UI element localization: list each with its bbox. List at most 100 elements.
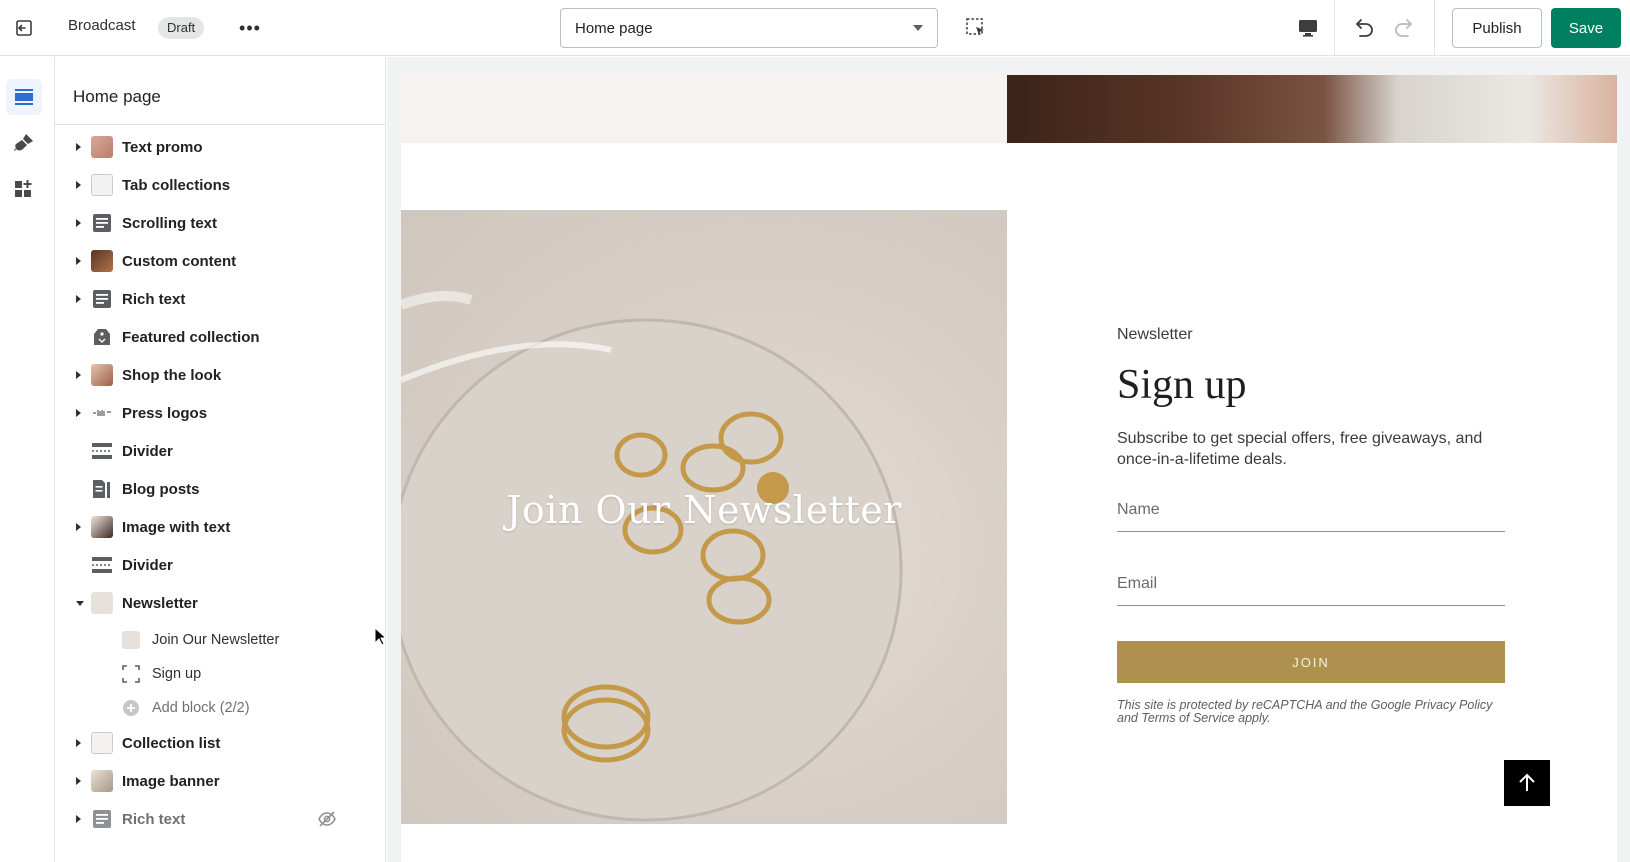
join-button[interactable]: JOIN <box>1117 641 1505 683</box>
save-button[interactable]: Save <box>1551 8 1621 48</box>
page-selector[interactable]: Home page <box>560 8 938 48</box>
section-thumbnail <box>91 136 113 158</box>
email-field-placeholder: Email <box>1117 575 1158 592</box>
newsletter-image[interactable]: Join Our Newsletter <box>401 210 1007 824</box>
newsletter-heading: Sign up <box>1117 362 1247 408</box>
chevron-right-icon[interactable] <box>76 181 81 189</box>
section-label: Custom content <box>122 252 237 270</box>
mouse-cursor-icon <box>374 627 388 646</box>
section-item-scrolling-text[interactable]: Scrolling text <box>55 206 385 240</box>
chevron-right-icon[interactable] <box>76 739 81 747</box>
section-label: Rich text <box>122 290 186 308</box>
divider-icon <box>91 440 113 462</box>
redo-button[interactable] <box>1390 14 1418 42</box>
divider-icon <box>91 554 113 576</box>
section-label: Newsletter <box>122 594 198 612</box>
inspector-button[interactable] <box>962 14 990 42</box>
image-overlay-title: Join Our Newsletter <box>506 488 902 532</box>
section-item-shop-the-look[interactable]: Shop the look <box>55 358 385 392</box>
exit-icon <box>16 20 32 36</box>
section-item-tab-collections[interactable]: Tab collections <box>55 168 385 202</box>
preview-canvas: Join Our Newsletter Newsletter Sign up S… <box>387 57 1630 862</box>
section-thumbnail <box>91 770 113 792</box>
device-preview-button[interactable] <box>1294 14 1322 42</box>
section-item-press-logos[interactable]: Press logos <box>55 396 385 430</box>
block-item-join-our-newsletter[interactable]: Join Our Newsletter <box>55 623 385 657</box>
email-field[interactable]: Email <box>1117 560 1505 606</box>
section-label: Divider <box>122 556 173 574</box>
block-item-sign-up[interactable]: Sign up <box>55 657 385 691</box>
theme-settings-brush-icon <box>14 134 33 151</box>
chevron-right-icon[interactable] <box>76 777 81 785</box>
image-with-text-photo <box>1007 75 1617 143</box>
section-label: Press logos <box>122 404 208 422</box>
section-label: Shop the look <box>122 366 222 384</box>
toolbar-divider <box>1334 0 1335 56</box>
section-thumbnail <box>91 516 113 538</box>
block-thumbnail <box>122 631 140 649</box>
chevron-right-icon[interactable] <box>76 523 81 531</box>
chevron-right-icon[interactable] <box>76 409 81 417</box>
section-item-rich-text[interactable]: Rich text <box>55 282 385 316</box>
app-embeds-tab[interactable] <box>6 171 42 207</box>
section-label: Text promo <box>122 138 203 156</box>
chevron-right-icon[interactable] <box>76 219 81 227</box>
add-block-button[interactable]: Add block (2/2) <box>55 691 385 725</box>
chevron-right-icon[interactable] <box>76 143 81 151</box>
name-field[interactable]: Name <box>1117 486 1505 532</box>
block-label: Add block (2/2) <box>152 700 250 716</box>
name-field-placeholder: Name <box>1117 501 1160 518</box>
scroll-to-top-button[interactable] <box>1504 760 1550 806</box>
chevron-right-icon[interactable] <box>76 295 81 303</box>
section-item-custom-content[interactable]: Custom content <box>55 244 385 278</box>
section-thumbnail <box>91 174 113 196</box>
section-thumbnail <box>91 250 113 272</box>
add-circle-icon <box>122 699 140 717</box>
chevron-down-icon[interactable] <box>76 600 84 606</box>
redo-icon <box>1395 19 1412 37</box>
section-item-collection-list[interactable]: Collection list <box>55 726 385 760</box>
text-icon <box>91 212 113 234</box>
section-item-blog-posts[interactable]: Blog posts <box>55 472 385 506</box>
chevron-right-icon[interactable] <box>76 815 81 823</box>
blog-icon <box>91 478 113 500</box>
section-item-image-banner[interactable]: Image banner <box>55 764 385 798</box>
section-label: Image with text <box>122 518 231 536</box>
text-icon <box>91 808 113 830</box>
section-label: Collection list <box>122 734 221 752</box>
section-item-featured-collection[interactable]: Featured collection <box>55 320 385 354</box>
section-item-rich-text-hidden[interactable]: Rich text <box>55 802 385 836</box>
editor-topbar: Broadcast Draft ••• Home page Publish Sa… <box>0 0 1630 56</box>
section-item-text-promo[interactable]: Text promo <box>55 130 385 164</box>
desktop-icon <box>1299 20 1317 37</box>
section-item-image-with-text[interactable]: Image with text <box>55 510 385 544</box>
theme-settings-tab[interactable] <box>6 125 42 161</box>
chevron-down-icon <box>913 25 923 31</box>
select-cursor-icon <box>966 18 984 35</box>
chevron-right-icon[interactable] <box>76 257 81 265</box>
sections-tab[interactable] <box>6 79 42 115</box>
app-embeds-icon <box>15 180 32 197</box>
block-label: Join Our Newsletter <box>152 632 280 648</box>
section-item-newsletter[interactable]: Newsletter <box>55 586 385 620</box>
section-thumbnail <box>91 364 113 386</box>
publish-button[interactable]: Publish <box>1452 8 1542 48</box>
section-thumbnail <box>91 592 113 614</box>
section-label: Blog posts <box>122 480 200 498</box>
sections-icon <box>15 89 33 105</box>
chevron-right-icon[interactable] <box>76 371 81 379</box>
panel-divider <box>55 124 385 125</box>
storefront-preview: Join Our Newsletter Newsletter Sign up S… <box>401 75 1617 862</box>
more-actions-button[interactable]: ••• <box>236 14 264 42</box>
undo-icon <box>1356 19 1373 37</box>
more-icon: ••• <box>239 17 261 38</box>
section-item-divider[interactable]: Divider <box>55 548 385 582</box>
section-label: Divider <box>122 442 173 460</box>
section-label: Scrolling text <box>122 214 218 232</box>
exit-editor-button[interactable] <box>8 10 40 46</box>
eye-hidden-icon[interactable] <box>317 809 337 829</box>
undo-button[interactable] <box>1350 14 1378 42</box>
section-item-divider[interactable]: Divider <box>55 434 385 468</box>
arrow-up-icon <box>1519 773 1535 791</box>
newsletter-kicker: Newsletter <box>1117 326 1193 343</box>
